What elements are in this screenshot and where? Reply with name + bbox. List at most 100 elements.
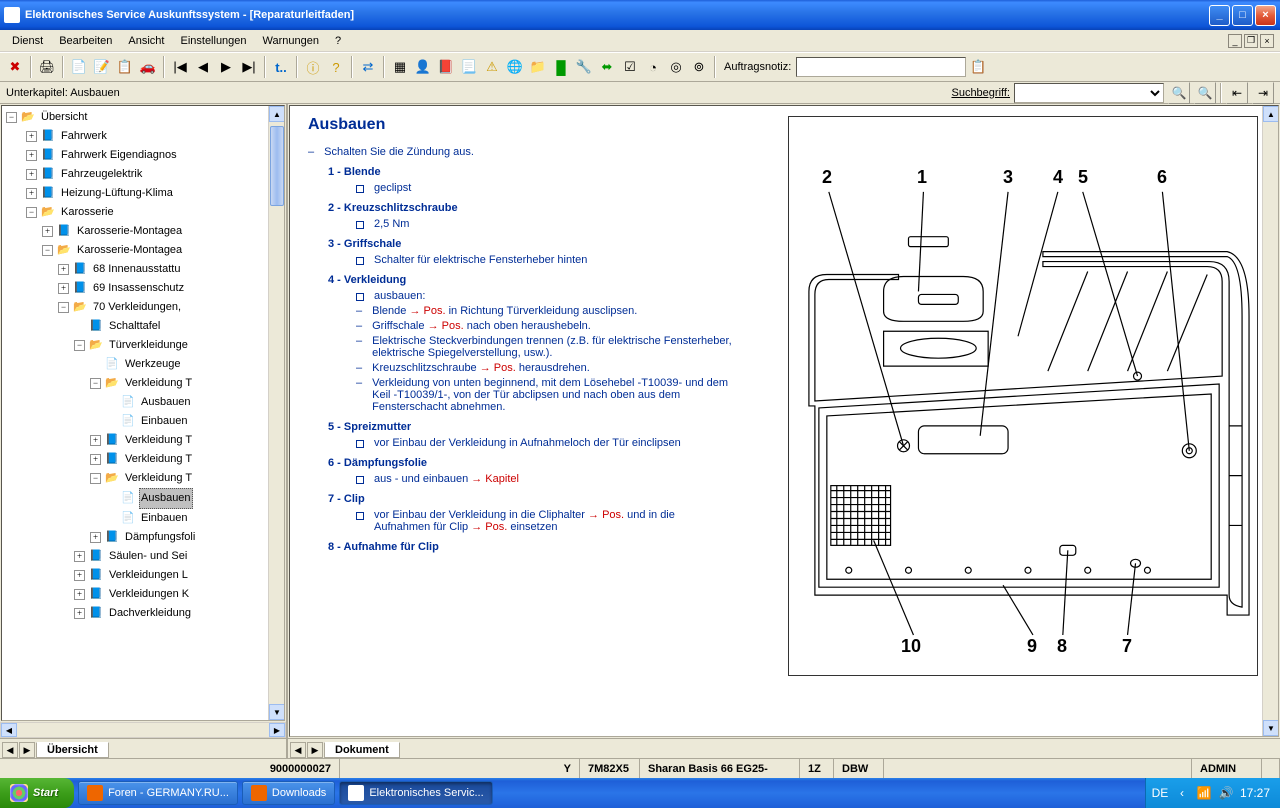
tab-nav-prev[interactable]: ▶ — [19, 742, 35, 758]
tool-prev-icon[interactable]: ◀ — [192, 56, 214, 78]
forward-button[interactable]: ⇥ — [1252, 82, 1274, 104]
tool-warn-icon[interactable]: ⚠ — [481, 56, 503, 78]
tool-t-button[interactable]: t.. — [270, 56, 292, 78]
tree-item[interactable]: 📘Schalttafel — [4, 317, 282, 336]
tool-last-icon[interactable]: ▶| — [238, 56, 260, 78]
tree-item[interactable]: +📘Verkleidung T — [4, 431, 282, 450]
tree-scrollbar[interactable]: ▲ ▼ — [268, 106, 284, 720]
tree-item[interactable]: −📂Verkleidung T — [4, 374, 282, 393]
tree-item[interactable]: −📂70 Verkleidungen, — [4, 298, 282, 317]
menu-warnungen[interactable]: Warnungen — [255, 33, 327, 49]
minimize-button[interactable]: _ — [1209, 5, 1230, 26]
hscroll-left-icon[interactable]: ◀ — [1, 723, 17, 737]
tool-info-icon[interactable]: ⓘ — [302, 56, 324, 78]
tree-item[interactable]: 📄Ausbauen — [4, 488, 282, 509]
tool-book-icon[interactable]: 📕 — [435, 56, 457, 78]
tray-network-icon[interactable]: 📶 — [1196, 785, 1212, 801]
tray-volume-icon[interactable]: 🔊 — [1218, 785, 1234, 801]
tool-green-icon[interactable]: █ — [550, 56, 572, 78]
tree-item[interactable]: +📘Dachverkleidung — [4, 604, 282, 623]
tool-list-icon[interactable]: 📋 — [114, 56, 136, 78]
tree-hscrollbar[interactable]: ◀ ▶ — [0, 722, 286, 738]
tool-rings-icon[interactable]: ⊚ — [688, 56, 710, 78]
rtab-nav-prev[interactable]: ▶ — [307, 742, 323, 758]
mdi-restore-button[interactable]: ❐ — [1244, 34, 1258, 48]
tree-item[interactable]: +📘69 Insassenschutz — [4, 279, 282, 298]
start-button[interactable]: Start — [0, 778, 74, 808]
maximize-button[interactable]: □ — [1232, 5, 1253, 26]
doc-scroll-up-icon[interactable]: ▲ — [1263, 106, 1279, 122]
tree-item[interactable]: +📘Säulen- und Sei — [4, 547, 282, 566]
tree-item[interactable]: +📘Fahrwerk Eigendiagnos — [4, 146, 282, 165]
doc-scroll-down-icon[interactable]: ▼ — [1263, 720, 1279, 736]
tray-clock[interactable]: 17:27 — [1240, 786, 1270, 800]
tree-item[interactable]: +📘Fahrwerk — [4, 127, 282, 146]
tree-item[interactable]: +📘Verkleidung T — [4, 450, 282, 469]
tab-nav-first[interactable]: ◀ — [2, 742, 18, 758]
tree-item[interactable]: 📄Werkzeuge — [4, 355, 282, 374]
tree-item[interactable]: −📂Türverkleidunge — [4, 336, 282, 355]
tree-item[interactable]: +📘Verkleidungen K — [4, 585, 282, 604]
auftragsnotiz-input[interactable] — [796, 57, 966, 77]
tool-link-icon[interactable]: ⬌ — [596, 56, 618, 78]
close-button[interactable]: × — [1255, 5, 1276, 26]
tool-first-icon[interactable]: |◀ — [169, 56, 191, 78]
tree-item[interactable]: 📄Einbauen — [4, 509, 282, 528]
tool-doc-icon[interactable]: 📃 — [458, 56, 480, 78]
tool-note-icon[interactable]: 📋 — [967, 56, 989, 78]
tool-check-icon[interactable]: ☑ — [619, 56, 641, 78]
menu-einstellungen[interactable]: Einstellungen — [172, 33, 254, 49]
tool-edit-icon[interactable]: 📝 — [91, 56, 113, 78]
tool-globe-icon[interactable]: 🌐 — [504, 56, 526, 78]
menu-dienst[interactable]: Dienst — [4, 33, 51, 49]
tree-item[interactable]: +📘Dämpfungsfoli — [4, 528, 282, 547]
tree-item[interactable]: +📘68 Innenausstattu — [4, 260, 282, 279]
tree-item[interactable]: 📄Einbauen — [4, 412, 282, 431]
tree-item[interactable]: +📘Karosserie-Montagea — [4, 222, 282, 241]
taskbar-item[interactable]: Downloads — [242, 781, 335, 805]
tool-cancel-icon[interactable]: ✖ — [4, 56, 26, 78]
tree-item[interactable]: +📘Heizung-Lüftung-Klima — [4, 184, 282, 203]
tree-item[interactable]: +📘Fahrzeugelektrik — [4, 165, 282, 184]
tool-wrench-icon[interactable]: 🔧 — [573, 56, 595, 78]
document-view[interactable]: AusbauenSchalten Sie die Zündung aus.1 -… — [289, 105, 1279, 737]
tab-dokument[interactable]: Dokument — [324, 742, 400, 758]
tab-uebersicht[interactable]: Übersicht — [36, 742, 109, 758]
tree-item[interactable]: +📘Verkleidungen L — [4, 566, 282, 585]
taskbar-item[interactable]: Foren - GERMANY.RU... — [78, 781, 238, 805]
tool-target-icon[interactable]: ◎ — [665, 56, 687, 78]
scroll-down-icon[interactable]: ▼ — [269, 704, 285, 720]
menu-help[interactable]: ? — [327, 33, 349, 49]
search-input[interactable] — [1014, 83, 1164, 103]
search-button[interactable]: 🔍 — [1168, 82, 1190, 104]
tree-view[interactable]: −📂Übersicht+📘Fahrwerk+📘Fahrwerk Eigendia… — [1, 105, 285, 721]
tool-next-icon[interactable]: ▶ — [215, 56, 237, 78]
search-next-button[interactable]: 🔍 — [1194, 82, 1216, 104]
tool-grid-icon[interactable]: ▦ — [389, 56, 411, 78]
mdi-close-button[interactable]: × — [1260, 34, 1274, 48]
tray-chevron-icon[interactable]: ‹ — [1174, 785, 1190, 801]
mdi-minimize-button[interactable]: _ — [1228, 34, 1242, 48]
tool-help-icon[interactable]: ? — [325, 56, 347, 78]
rtab-nav-first[interactable]: ◀ — [290, 742, 306, 758]
tray-lang[interactable]: DE — [1152, 785, 1168, 801]
tool-sync-icon[interactable]: ⇄ — [357, 56, 379, 78]
menu-ansicht[interactable]: Ansicht — [120, 33, 172, 49]
tree-item[interactable]: −📂Übersicht — [4, 108, 282, 127]
tool-car-icon[interactable]: 🚗 — [137, 56, 159, 78]
tree-item[interactable]: 📄Ausbauen — [4, 393, 282, 412]
doc-scrollbar[interactable]: ▲ ▼ — [1262, 106, 1278, 736]
menu-bearbeiten[interactable]: Bearbeiten — [51, 33, 120, 49]
scroll-up-icon[interactable]: ▲ — [269, 106, 285, 122]
scroll-thumb[interactable] — [270, 126, 284, 206]
taskbar-item-active[interactable]: Elektronisches Servic... — [339, 781, 492, 805]
tool-gauge-icon[interactable]: ◔ — [642, 56, 664, 78]
tool-folder-icon[interactable]: 📁 — [527, 56, 549, 78]
tool-new-icon[interactable]: 📄 — [68, 56, 90, 78]
tool-person-icon[interactable]: 👤 — [412, 56, 434, 78]
tree-item[interactable]: −📂Karosserie — [4, 203, 282, 222]
tool-print-icon[interactable]: 🖨 — [36, 56, 58, 78]
tree-item[interactable]: −📂Verkleidung T — [4, 469, 282, 488]
hscroll-right-icon[interactable]: ▶ — [269, 723, 285, 737]
tree-item[interactable]: −📂Karosserie-Montagea — [4, 241, 282, 260]
